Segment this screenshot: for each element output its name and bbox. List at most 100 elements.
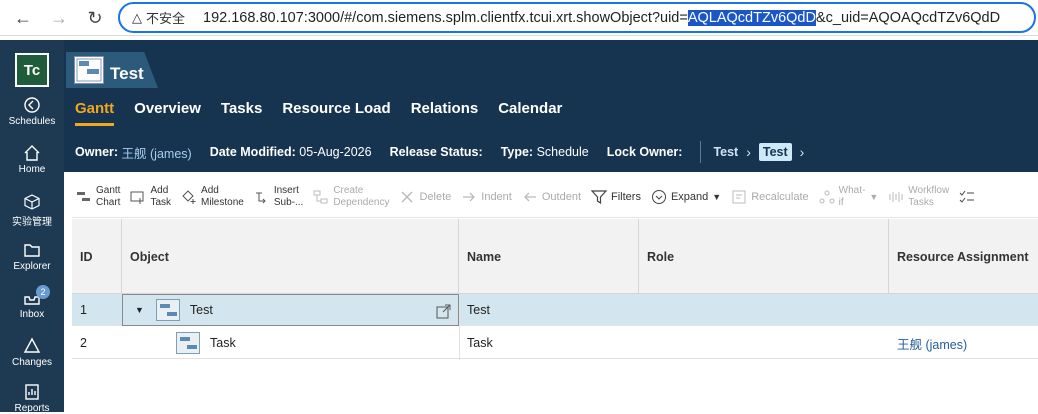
row-id: 2 bbox=[80, 336, 87, 350]
button-label: Workflow bbox=[908, 184, 950, 196]
button-label: if bbox=[838, 196, 844, 208]
nav-label: Changes bbox=[11, 357, 53, 368]
add-task-icon bbox=[130, 189, 146, 205]
row-resource-assignment bbox=[889, 294, 1038, 326]
button-label: Task bbox=[150, 196, 172, 208]
column-header-resource-assignment[interactable]: Resource Assignment bbox=[889, 219, 1038, 294]
what-if-button[interactable]: What-if ▼ bbox=[819, 184, 879, 209]
create-dependency-button[interactable]: Create Dependency bbox=[313, 185, 389, 209]
button-label: Milestone bbox=[201, 196, 244, 208]
teamcenter-logo[interactable]: Tc bbox=[15, 53, 49, 87]
more-options-button[interactable] bbox=[959, 189, 975, 205]
nav-schedules[interactable]: Schedules bbox=[0, 96, 64, 127]
button-label: Filters bbox=[611, 190, 641, 203]
cube-icon bbox=[24, 194, 40, 210]
gantt-toolbar: Gantt Chart Add Task Add Milestone Insert Su… bbox=[72, 176, 1038, 218]
row-name: Task bbox=[467, 336, 493, 350]
column-header-name[interactable]: Name bbox=[459, 219, 639, 294]
button-label: Insert bbox=[273, 184, 299, 196]
row-object[interactable]: ▼ Test bbox=[122, 294, 459, 326]
recalculate-button[interactable]: Recalculate bbox=[731, 189, 809, 205]
column-header-id[interactable]: ID bbox=[72, 219, 122, 294]
type-label: Type: bbox=[500, 145, 534, 159]
recalculate-icon bbox=[731, 189, 747, 205]
button-label: Add bbox=[150, 184, 169, 196]
filters-button[interactable]: Filters bbox=[591, 189, 641, 205]
button-label: What- bbox=[838, 184, 866, 196]
button-label: Chart bbox=[96, 196, 121, 208]
dependency-icon bbox=[313, 189, 329, 205]
button-label: Expand bbox=[670, 190, 709, 203]
workflow-icon bbox=[888, 189, 904, 205]
tab-tasks[interactable]: Tasks bbox=[221, 100, 262, 126]
open-in-new-icon[interactable] bbox=[436, 303, 452, 322]
address-bar[interactable]: △ 不安全 192.168.80.107:3000/#/com.siemens.… bbox=[118, 2, 1036, 33]
tab-calendar[interactable]: Calendar bbox=[498, 100, 562, 126]
expand-button[interactable]: Expand ▼ bbox=[651, 189, 721, 205]
add-milestone-button[interactable]: Add Milestone bbox=[181, 185, 244, 209]
caret-down-icon: ▼ bbox=[869, 191, 879, 202]
nav-changes[interactable]: Changes bbox=[0, 337, 64, 368]
button-label: Create bbox=[333, 184, 364, 196]
button-label: Outdent bbox=[541, 190, 581, 203]
nav-reports[interactable]: Reports bbox=[0, 383, 64, 414]
gantt-chart-button[interactable]: Gantt Chart bbox=[76, 185, 120, 209]
table-row[interactable]: 1 ▼ Test Test bbox=[72, 294, 1038, 326]
date-modified-label: Date Modified: bbox=[209, 145, 296, 159]
browser-toolbar: ← → ↻ △ 不安全 192.168.80.107:3000/#/com.si… bbox=[0, 0, 1038, 36]
button-label: Delete bbox=[419, 190, 452, 203]
gantt-icon bbox=[76, 189, 92, 205]
column-header-role[interactable]: Role bbox=[639, 219, 889, 294]
reload-icon[interactable]: ↻ bbox=[80, 3, 110, 33]
nav-label: Schedules bbox=[8, 116, 56, 127]
folder-icon bbox=[24, 244, 40, 257]
button-label: Gantt bbox=[96, 184, 121, 196]
column-header-object[interactable]: Object bbox=[122, 219, 459, 294]
column-divider bbox=[459, 294, 460, 360]
breadcrumb-item[interactable]: Test bbox=[713, 145, 738, 159]
delete-button[interactable]: Delete bbox=[399, 189, 451, 205]
what-if-icon bbox=[819, 189, 835, 205]
owner-value[interactable]: 王舰 (james) bbox=[122, 143, 192, 162]
outdent-button[interactable]: Outdent bbox=[522, 189, 581, 205]
row-resource-assignment[interactable]: 王舰 (james) bbox=[889, 327, 1038, 359]
url-selected-text: AQLAQcdTZv6QdD bbox=[687, 9, 816, 26]
nav-label: Reports bbox=[14, 403, 50, 414]
lock-owner-label: Lock Owner: bbox=[606, 145, 683, 159]
button-label: Sub-... bbox=[273, 196, 304, 208]
nav-inbox[interactable]: 2 Inbox bbox=[0, 285, 64, 320]
back-icon[interactable]: ← bbox=[8, 3, 38, 33]
outdent-icon bbox=[522, 189, 538, 205]
nav-experiment-management[interactable]: 实验管理 bbox=[0, 193, 64, 228]
divider bbox=[700, 141, 702, 163]
object-name: Task bbox=[210, 336, 236, 350]
nav-explorer[interactable]: Explorer bbox=[0, 241, 64, 272]
indent-button[interactable]: Indent bbox=[461, 189, 512, 205]
tab-resource-load[interactable]: Resource Load bbox=[282, 100, 390, 126]
breadcrumb-current[interactable]: Test bbox=[758, 143, 792, 161]
security-warning[interactable]: △ 不安全 bbox=[132, 8, 185, 27]
chevron-right-icon[interactable]: › bbox=[746, 144, 751, 160]
workflow-tasks-button[interactable]: Workflow Tasks bbox=[888, 185, 949, 209]
button-label: Add bbox=[201, 184, 219, 196]
forward-icon[interactable]: → bbox=[44, 3, 74, 33]
schedule-tree-table: ID Object Name Role Resource Assignment … bbox=[72, 219, 1038, 412]
date-modified-value: 05-Aug-2026 bbox=[299, 145, 372, 159]
insert-sub-button[interactable]: Insert Sub-... bbox=[254, 185, 303, 209]
table-row[interactable]: 2 Task Task 王舰 (james) bbox=[72, 327, 1038, 359]
add-task-button[interactable]: Add Task bbox=[130, 185, 171, 209]
home-icon bbox=[24, 145, 40, 161]
caret-down-icon: ▼ bbox=[712, 191, 722, 202]
chevron-right-icon[interactable]: › bbox=[800, 144, 805, 160]
tab-relations[interactable]: Relations bbox=[411, 100, 479, 126]
row-role bbox=[639, 294, 889, 326]
schedule-icon bbox=[155, 299, 180, 321]
row-object[interactable]: Task bbox=[122, 327, 459, 359]
collapse-caret-icon[interactable]: ▼ bbox=[135, 305, 144, 315]
object-tabs: Gantt Overview Tasks Resource Load Relat… bbox=[75, 100, 562, 126]
tab-overview[interactable]: Overview bbox=[134, 100, 201, 126]
nav-home[interactable]: Home bbox=[0, 144, 64, 175]
tab-gantt[interactable]: Gantt bbox=[75, 100, 115, 126]
checklist-icon bbox=[959, 189, 975, 205]
inbox-count-badge: 2 bbox=[36, 285, 50, 299]
